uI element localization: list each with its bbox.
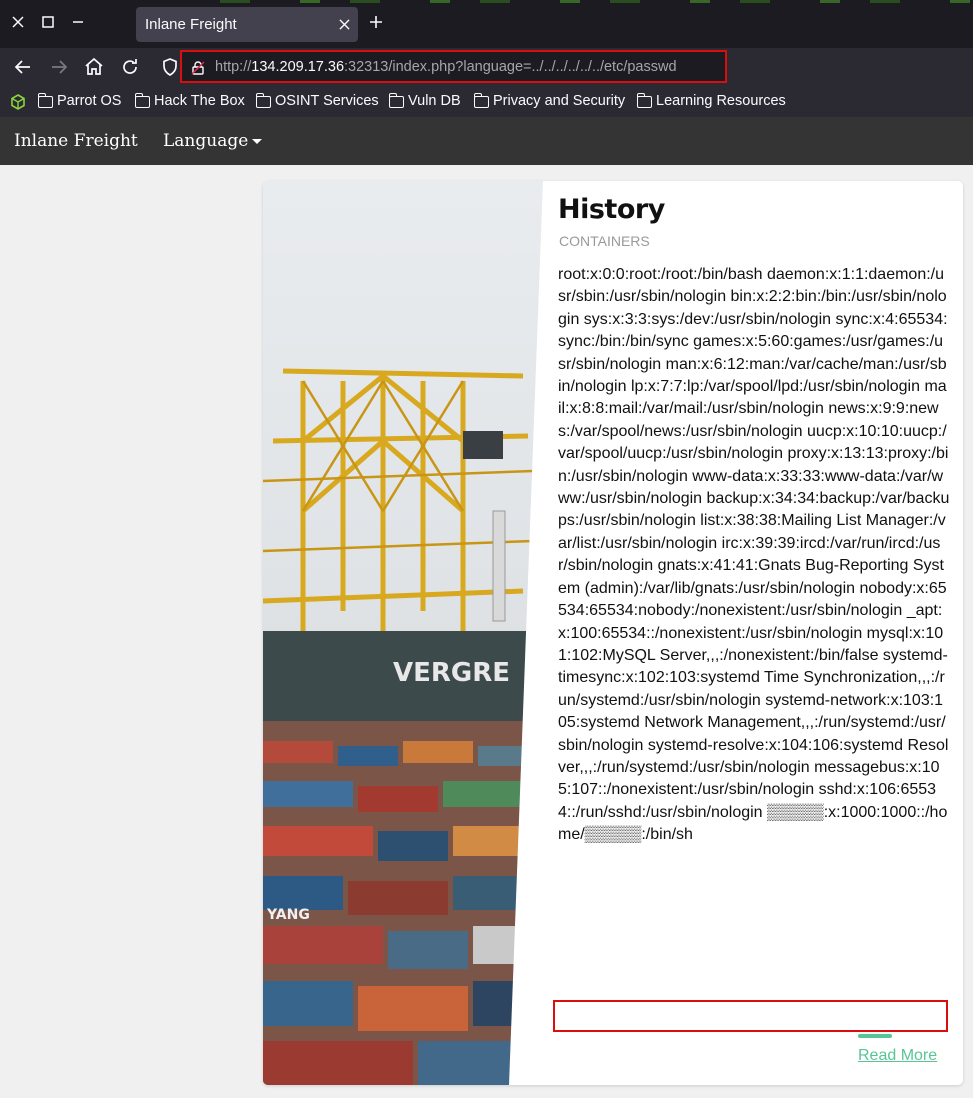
home-button[interactable] <box>82 55 106 79</box>
browser-tab[interactable]: Inlane Freight <box>136 7 358 42</box>
address-bar[interactable]: http://134.209.17.36:32313/index.php?lan… <box>180 50 727 83</box>
svg-text:YANG: YANG <box>266 907 310 923</box>
container-port-photo: VERGRE YANG <box>263 181 543 1085</box>
read-more-accent-bar <box>858 1034 892 1038</box>
maximize-window-button[interactable] <box>38 12 58 34</box>
highlight-box-user-entry <box>553 1000 948 1032</box>
bookmark-label: Learning Resources <box>656 93 786 109</box>
back-button[interactable] <box>11 55 35 79</box>
forward-arrow-icon <box>52 60 68 74</box>
minimize-window-button[interactable] <box>68 12 88 34</box>
minimize-icon <box>73 21 83 23</box>
caret-down-icon <box>252 139 263 144</box>
svg-text:VERGRE: VERGRE <box>393 658 510 688</box>
lock-icon <box>191 61 205 75</box>
url-text: http://134.209.17.36:32313/index.php?lan… <box>215 59 677 75</box>
close-icon <box>12 16 24 28</box>
passwd-output-text: root:x:0:0:root:/root:/bin/bash daemon:x… <box>558 266 950 844</box>
maximize-icon <box>42 16 54 28</box>
card-title: History <box>558 194 665 225</box>
new-tab-button[interactable] <box>369 11 383 33</box>
titlebar-decoration <box>190 0 970 3</box>
bookmark-privacy-and-security[interactable]: Privacy and Security <box>473 92 626 109</box>
shield-icon <box>163 58 177 76</box>
bookmark-hack-the-box[interactable]: Hack The Box <box>134 92 245 109</box>
parrot-cube-icon[interactable] <box>10 94 26 110</box>
close-icon <box>339 19 350 30</box>
bookmark-label: Hack The Box <box>154 93 245 109</box>
folder-icon <box>255 92 271 108</box>
tab-title: Inlane Freight <box>145 16 237 33</box>
reload-icon <box>123 59 137 74</box>
home-icon <box>85 57 103 75</box>
navigation-toolbar: http://134.209.17.36:32313/index.php?lan… <box>0 48 973 87</box>
bookmark-osint-services[interactable]: OSINT Services <box>255 92 379 109</box>
tracking-protection-button[interactable] <box>158 55 182 79</box>
language-dropdown[interactable]: Language <box>163 131 263 151</box>
back-arrow-icon <box>14 60 30 74</box>
bookmark-label: OSINT Services <box>275 93 379 109</box>
url-path: :32313/index.php?language=../../../../..… <box>344 59 677 75</box>
forward-button[interactable] <box>47 55 71 79</box>
bookmark-vuln-db[interactable]: Vuln DB <box>388 92 461 109</box>
bookmarks-toolbar: Parrot OS Hack The Box OSINT Services Vu… <box>0 87 973 117</box>
bookmark-parrot-os[interactable]: Parrot OS <box>37 92 122 109</box>
card-subtitle: CONTAINERS <box>559 233 650 249</box>
bookmark-label: Vuln DB <box>408 93 461 109</box>
browser-titlebar: Inlane Freight <box>0 0 973 48</box>
bookmark-learning-resources[interactable]: Learning Resources <box>636 92 786 109</box>
folder-icon <box>636 92 652 108</box>
history-card: VERGRE YANG History CONTAINERS root:x:0:… <box>263 181 963 1085</box>
bookmark-label: Parrot OS <box>57 93 122 109</box>
language-dropdown-label: Language <box>163 131 249 151</box>
tab-close-button[interactable] <box>339 13 350 34</box>
folder-icon <box>134 92 150 108</box>
read-more-link[interactable]: Read More <box>858 1047 937 1065</box>
url-host: 134.209.17.36 <box>251 59 345 75</box>
url-scheme: http:// <box>215 59 252 75</box>
site-navbar: Inlane Freight Language <box>0 117 973 165</box>
plus-icon <box>370 16 382 28</box>
close-window-button[interactable] <box>8 12 28 34</box>
bookmark-label: Privacy and Security <box>493 93 626 109</box>
folder-icon <box>388 92 404 108</box>
folder-icon <box>37 92 53 108</box>
folder-icon <box>473 92 489 108</box>
reload-button[interactable] <box>118 55 142 79</box>
site-brand-link[interactable]: Inlane Freight <box>14 131 138 151</box>
